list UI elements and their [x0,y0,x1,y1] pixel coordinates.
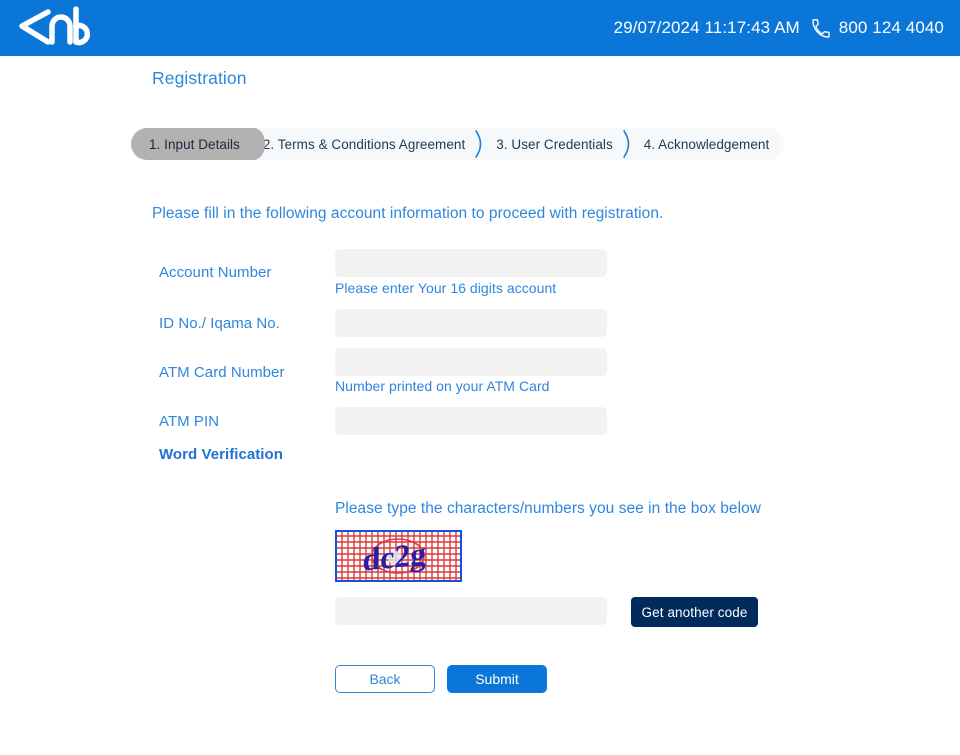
step-label: 2. Terms & Conditions Agreement [262,136,466,152]
form-intro-text: Please fill in the following account inf… [152,205,664,222]
submit-button[interactable]: Submit [447,665,547,693]
label-id-iqama-number: ID No./ Iqama No. [159,315,280,332]
label-account-number: Account Number [159,264,272,281]
atm-card-number-input[interactable] [335,348,607,376]
header-datetime: 29/07/2024 11:17:43 AM [613,18,800,37]
captcha-image: dc2g [335,530,462,582]
account-number-input[interactable] [335,249,607,277]
step-item-acknowledgement[interactable]: 4. Acknowledgement [635,128,778,160]
captcha-text: dc2g [362,535,427,578]
id-iqama-number-input[interactable] [335,309,607,337]
chevron-right-icon [622,128,635,160]
phone-icon [811,18,830,38]
step-item-user-credentials[interactable]: 3. User Credentials [487,128,622,160]
label-atm-pin: ATM PIN [159,413,220,430]
label-word-verification: Word Verification [159,446,283,463]
page-body: Registration 1. Input Details 2. Terms &… [0,56,960,755]
hint-account-number: Please enter Your 16 digits account [335,280,557,296]
label-atm-card-number: ATM Card Number [159,364,285,381]
step-label: 1. Input Details [149,136,240,152]
step-label: 4. Acknowledgement [643,136,770,152]
get-another-code-button[interactable]: Get another code [631,597,758,627]
app-header: 29/07/2024 11:17:43 AM 800 124 4040 [0,0,960,56]
atm-pin-input[interactable] [335,407,607,435]
page-title: Registration [152,68,247,88]
step-label: 3. User Credentials [496,136,613,152]
header-phone-number[interactable]: 800 124 4040 [839,18,944,38]
registration-step-bar: 1. Input Details 2. Terms & Conditions A… [131,128,785,160]
header-info: 29/07/2024 11:17:43 AM 800 124 4040 [614,0,944,56]
step-item-input-details[interactable]: 1. Input Details [131,128,265,160]
captcha-answer-input[interactable] [335,597,607,625]
step-item-terms-conditions[interactable]: 2. Terms & Conditions Agreement [254,128,474,160]
hint-atm-card-number: Number printed on your ATM Card [335,378,550,394]
anb-logo[interactable] [8,4,104,50]
back-button[interactable]: Back [335,665,435,693]
chevron-right-icon [474,128,487,160]
word-verification-instruction: Please type the characters/numbers you s… [335,500,761,517]
